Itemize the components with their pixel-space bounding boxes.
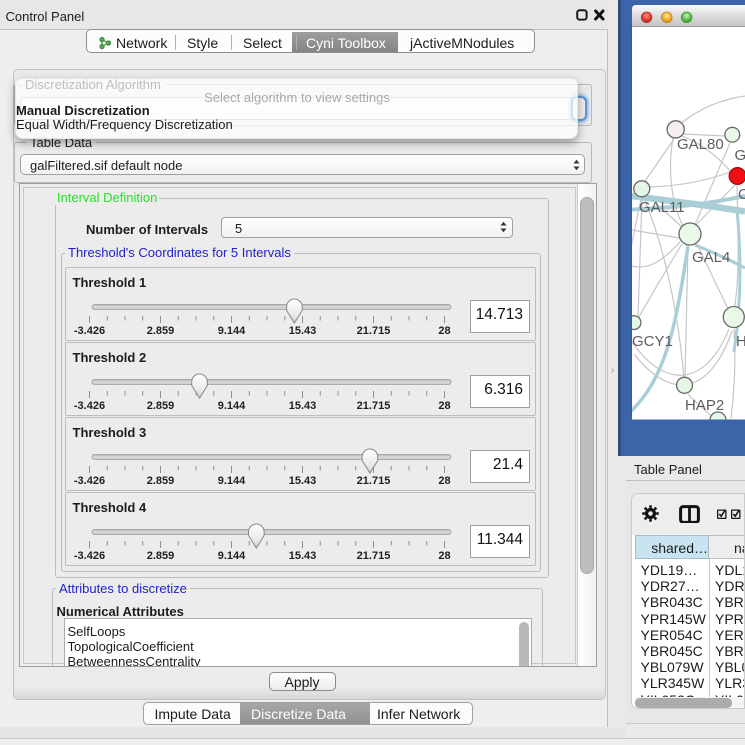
svg-text:CD: CD <box>738 186 745 203</box>
svg-text:GCY1: GCY1 <box>632 333 673 350</box>
svg-text:15.43: 15.43 <box>289 400 317 412</box>
svg-text:21.715: 21.715 <box>357 400 391 412</box>
svg-text:2.859: 2.859 <box>147 400 175 412</box>
svg-text:-3.426: -3.426 <box>74 400 105 412</box>
svg-text:28: 28 <box>438 475 450 487</box>
svg-text:2.859: 2.859 <box>147 550 175 562</box>
svg-text:15.43: 15.43 <box>289 475 317 487</box>
svg-text:-3.426: -3.426 <box>74 475 105 487</box>
svg-text:H: H <box>736 333 745 350</box>
svg-text:28: 28 <box>438 550 450 562</box>
svg-text:-3.426: -3.426 <box>74 325 105 337</box>
svg-text:GAL80: GAL80 <box>677 136 724 153</box>
svg-text:9.144: 9.144 <box>218 475 246 487</box>
svg-text:HAP2: HAP2 <box>685 397 724 414</box>
svg-text:-3.426: -3.426 <box>74 550 105 562</box>
svg-text:15.43: 15.43 <box>289 550 317 562</box>
svg-text:2.859: 2.859 <box>147 475 175 487</box>
svg-text:21.715: 21.715 <box>357 325 391 337</box>
svg-text:21.715: 21.715 <box>357 475 391 487</box>
svg-text:GAL11: GAL11 <box>639 199 685 216</box>
svg-text:2.859: 2.859 <box>147 325 175 337</box>
svg-text:9.144: 9.144 <box>218 400 246 412</box>
svg-text:28: 28 <box>438 325 450 337</box>
svg-text:9.144: 9.144 <box>218 550 246 562</box>
svg-text:15.43: 15.43 <box>289 325 317 337</box>
svg-text:GAL4: GAL4 <box>692 249 730 266</box>
svg-text:21.715: 21.715 <box>357 550 391 562</box>
svg-text:28: 28 <box>438 400 450 412</box>
svg-text:GA: GA <box>735 147 745 164</box>
svg-text:9.144: 9.144 <box>218 325 246 337</box>
